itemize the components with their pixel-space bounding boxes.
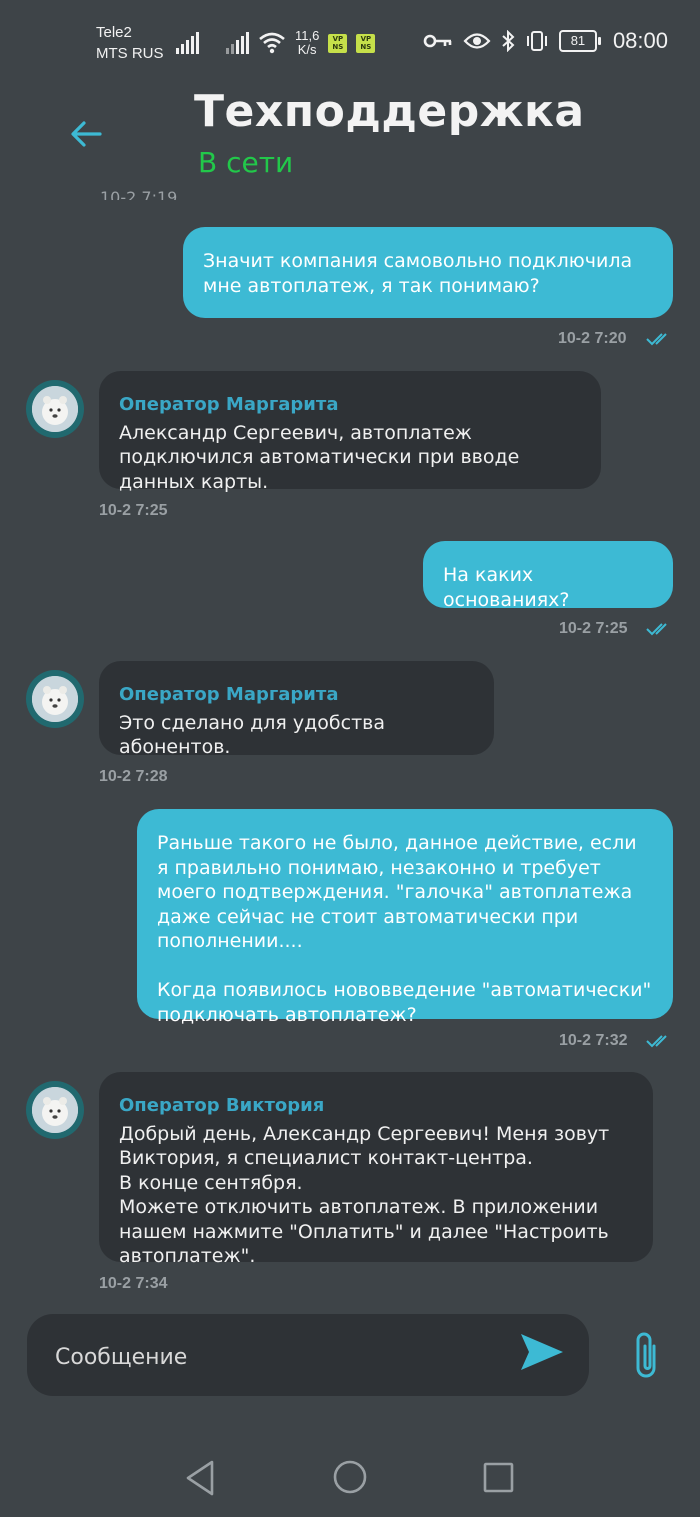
status-bar: Tele2 MTS RUS 11,6 K/s VP NS VP NS 81 08…	[0, 0, 700, 88]
signal-2-icon	[226, 32, 249, 54]
double-check-icon	[646, 623, 667, 636]
paperclip-icon	[636, 1332, 656, 1378]
message-text: Это сделано для удобства абонентов.	[119, 711, 385, 759]
clock: 08:00	[612, 28, 668, 53]
message-time: 10-2 7:25	[559, 620, 628, 637]
message-time: 10-2 7:25	[99, 502, 168, 519]
vpn-badge-2: VP NS	[356, 33, 376, 53]
eye-icon	[463, 33, 491, 49]
status-icons-right: 81 08:00	[423, 28, 668, 54]
arrow-left-icon	[71, 121, 102, 147]
carrier-1: Tele2	[96, 24, 132, 41]
outgoing-message[interactable]: На каких основаниях?	[423, 541, 673, 611]
page-title: Техподдержка	[194, 86, 585, 137]
speed-value: 11,6	[295, 28, 320, 43]
operator-avatar[interactable]	[26, 670, 84, 728]
nav-home-button[interactable]	[331, 1458, 371, 1498]
message-time: 10-2 7:28	[99, 768, 168, 785]
operator-name: Оператор Виктория	[119, 1095, 325, 1116]
speed-unit: K/s	[297, 42, 317, 57]
message-time: 10-2 7:20	[558, 330, 627, 347]
nav-back-button[interactable]	[182, 1458, 222, 1498]
double-check-icon	[646, 333, 667, 346]
message-text: Раньше такого не было, данное действие, …	[157, 832, 652, 1026]
online-status: В сети	[198, 146, 294, 179]
vpn-badge-1: VP NS	[328, 33, 348, 53]
system-navigation-bar	[0, 1440, 700, 1517]
message-input[interactable]	[53, 1336, 517, 1378]
incoming-message[interactable]: Оператор Маргарита Александр Сергеевич, …	[99, 371, 601, 493]
back-button[interactable]	[64, 112, 108, 156]
message-time: 10-2 7:34	[99, 1275, 168, 1292]
outgoing-message[interactable]: Раньше такого не было, данное действие, …	[137, 809, 673, 1026]
operator-name: Оператор Маргарита	[119, 394, 339, 415]
operator-avatar[interactable]	[26, 380, 84, 438]
operator-avatar[interactable]	[26, 1081, 84, 1139]
send-icon	[521, 1334, 563, 1370]
polar-bear-avatar-image	[32, 386, 78, 432]
send-button[interactable]	[519, 1332, 569, 1378]
polar-bear-avatar-image	[32, 676, 78, 722]
attach-button[interactable]	[624, 1328, 668, 1384]
square-recent-icon	[483, 1462, 514, 1493]
key-icon	[423, 34, 452, 48]
incoming-message[interactable]: Оператор Маргарита Это сделано для удобс…	[99, 661, 494, 758]
double-check-icon	[646, 1035, 667, 1048]
carrier-2: MTS RUS	[96, 45, 164, 62]
vibrate-icon	[526, 31, 547, 51]
operator-name: Оператор Маргарита	[119, 684, 339, 705]
message-composer	[27, 1314, 589, 1396]
signal-1-icon	[176, 32, 199, 54]
outgoing-message[interactable]: Значит компания самовольно подключила мн…	[183, 227, 673, 318]
nav-recent-button[interactable]	[481, 1458, 521, 1498]
triangle-back-icon	[186, 1460, 214, 1496]
cut-off-timestamp: 10-2 7:19	[100, 188, 178, 200]
message-text: На каких основаниях?	[443, 564, 570, 611]
message-text: Александр Сергеевич, автоплатеж подключи…	[119, 421, 520, 493]
network-speed: 11,6 K/s	[295, 29, 319, 57]
message-time: 10-2 7:32	[559, 1032, 628, 1049]
battery-icon: 81	[558, 30, 601, 52]
circle-home-icon	[333, 1460, 367, 1494]
carrier-names: Tele2 MTS RUS	[96, 22, 164, 64]
wifi-icon	[259, 32, 285, 54]
polar-bear-avatar-image	[32, 1087, 78, 1133]
message-text: Добрый день, Александр Сергеевич! Меня з…	[119, 1122, 610, 1268]
bluetooth-icon	[502, 30, 515, 52]
status-icons-left: 11,6 K/s VP NS VP NS	[176, 27, 376, 59]
incoming-message[interactable]: Оператор Виктория Добрый день, Александр…	[99, 1072, 653, 1267]
message-text: Значит компания самовольно подключила мн…	[203, 250, 633, 297]
